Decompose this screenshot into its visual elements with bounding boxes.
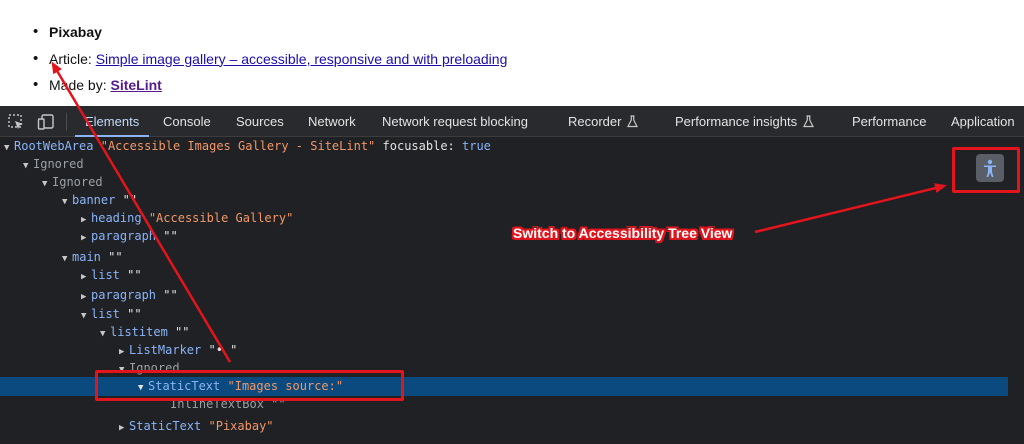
tree-node[interactable]: ▼ list ""	[0, 305, 1008, 324]
tree-node[interactable]: InlineTextBox ""	[0, 395, 1008, 414]
tab-application[interactable]: Application	[951, 106, 1015, 137]
node-name: ""	[163, 229, 178, 243]
node-name: ""	[163, 288, 178, 302]
node-role: Ignored	[129, 361, 180, 375]
node-role: listitem	[110, 325, 168, 339]
flask-icon	[627, 115, 639, 128]
node-role: paragraph	[91, 288, 157, 302]
tab-performance[interactable]: Performance	[852, 106, 926, 137]
devtools-panel: Elements Console Sources Network Network…	[0, 106, 1024, 444]
tree-node[interactable]: ▶ paragraph ""	[0, 227, 1008, 246]
tab-network-request-blocking[interactable]: Network request blocking	[382, 106, 528, 137]
node-role: StaticText	[129, 419, 202, 433]
node-role: StaticText	[148, 379, 221, 393]
toolbar-separator	[66, 113, 67, 131]
tab-console[interactable]: Console	[163, 106, 211, 137]
accessibility-tree: ▼ RootWebArea "Accessible Images Gallery …	[0, 137, 1024, 444]
tab-sources[interactable]: Sources	[236, 106, 284, 137]
tab-performance-insights[interactable]: Performance insights	[675, 106, 815, 137]
inspect-element-icon[interactable]	[7, 113, 25, 131]
list-item-source: Pixabay	[33, 19, 507, 46]
node-role: heading	[91, 211, 142, 225]
webpage: Pixabay Article: Simple image gallery – …	[0, 0, 1024, 106]
node-prop-value: true	[462, 139, 491, 153]
tree-node[interactable]: ▶ heading "Accessible Gallery"	[0, 209, 1008, 228]
node-role: list	[91, 268, 120, 282]
tab-recorder[interactable]: Recorder	[568, 106, 639, 137]
tab-network[interactable]: Network	[308, 106, 356, 137]
tree-node[interactable]: ▼ main ""	[0, 248, 1008, 267]
tree-node[interactable]: ▶ ListMarker "• "	[0, 341, 1008, 360]
tree-node[interactable]: ▶ StaticText "Pixabay"	[0, 417, 1008, 436]
tree-node[interactable]: ▼ Ignored	[0, 359, 1008, 378]
tab-performance-insights-label: Performance insights	[675, 114, 798, 129]
devtools-toolbar: Elements Console Sources Network Network…	[0, 106, 1024, 137]
tree-node[interactable]: ▼ banner ""	[0, 191, 1008, 210]
tree-node[interactable]: ▼ RootWebArea "Accessible Images Gallery …	[0, 137, 1008, 156]
node-name: ""	[127, 268, 142, 282]
node-role: Ignored	[52, 175, 103, 189]
accessibility-tree-toggle-button[interactable]	[976, 154, 1004, 182]
node-role: list	[91, 307, 120, 321]
tree-node-selected[interactable]: ▼ StaticText "Images source:"	[0, 377, 1008, 396]
node-role: ListMarker	[129, 343, 202, 357]
node-role: banner	[72, 193, 116, 207]
node-name: "Accessible Images Gallery - SiteLint"	[100, 139, 376, 153]
device-toolbar-icon[interactable]	[37, 113, 55, 131]
article-label: Article:	[49, 50, 96, 67]
tree-node[interactable]: ▼ Ignored	[0, 155, 1008, 174]
tab-recorder-label: Recorder	[568, 114, 622, 129]
tree-node[interactable]: ▶ paragraph ""	[0, 286, 1008, 305]
node-name: "Pixabay"	[208, 419, 274, 433]
node-name: ""	[175, 325, 190, 339]
flask-icon	[803, 115, 815, 128]
node-role: Ignored	[33, 157, 84, 171]
collapse-triangle-icon[interactable]: ▶	[81, 229, 91, 248]
collapse-triangle-icon[interactable]: ▶	[81, 268, 91, 287]
tree-node[interactable]: ▼ listitem ""	[0, 323, 1008, 342]
webpage-list: Pixabay Article: Simple image gallery – …	[33, 19, 507, 99]
tree-node[interactable]: ▶ list ""	[0, 266, 1008, 285]
made-by-label: Made by:	[49, 77, 111, 93]
node-name: "Images source:"	[227, 379, 344, 393]
node-role: main	[72, 250, 101, 264]
sitelint-link[interactable]: SiteLint	[110, 77, 161, 93]
node-role: InlineTextBox	[170, 397, 264, 411]
list-item-made-by: Made by: SiteLint	[33, 72, 507, 99]
source-text: Pixabay	[49, 24, 102, 40]
node-role: paragraph	[91, 229, 157, 243]
node-name: "Accessible Gallery"	[148, 211, 294, 225]
accessibility-person-icon	[984, 159, 996, 177]
node-name: ""	[271, 397, 286, 411]
list-item-article: Article: Simple image gallery – accessib…	[33, 46, 507, 73]
node-prop: focusable	[382, 139, 448, 153]
node-name: "• "	[208, 343, 238, 357]
tab-elements[interactable]: Elements	[74, 106, 150, 137]
article-link[interactable]: Simple image gallery – accessible, respo…	[96, 51, 508, 67]
node-role: RootWebArea	[14, 139, 94, 153]
node-name: ""	[108, 250, 123, 264]
node-name: ""	[122, 193, 138, 207]
collapse-triangle-icon[interactable]: ▶	[119, 419, 129, 438]
node-name: ""	[127, 307, 142, 321]
tree-node[interactable]: ▼ Ignored	[0, 173, 1008, 192]
